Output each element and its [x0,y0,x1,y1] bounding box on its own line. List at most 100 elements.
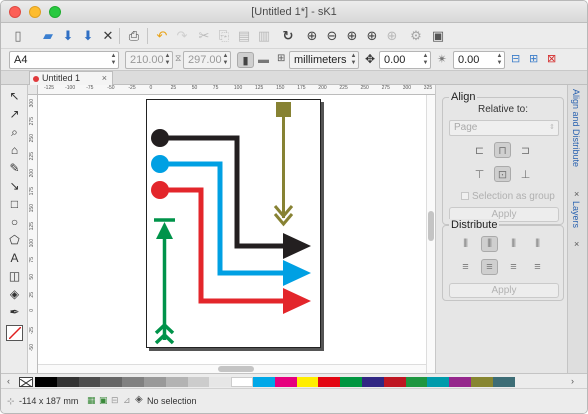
align-right-button[interactable]: ⊐ [517,142,534,158]
olive-arrow[interactable] [273,102,294,227]
distribute-center-v-button[interactable]: ≡ [481,259,498,275]
snap-nodes-icon[interactable]: ⊿ [123,395,131,406]
zoom-in-icon[interactable]: ⊕ [303,27,321,45]
horizontal-scrollbar[interactable] [38,364,426,373]
color-swatch[interactable] [449,377,471,387]
close-align-tab-icon[interactable]: × [574,189,579,199]
color-swatch[interactable] [35,377,57,387]
stroke-tool-icon[interactable]: ✒ [6,304,23,320]
tab-layers[interactable]: Layers [571,201,581,228]
align-top-button[interactable]: ⊤ [471,166,488,182]
tab-align-distribute[interactable]: Align and Distribute [571,89,581,167]
distribute-spacing-h-button[interactable]: ⫴ [505,236,522,252]
gradient-tool-icon[interactable]: ◫ [6,268,23,284]
zoom-out-icon[interactable]: ⊖ [323,27,341,45]
portrait-orientation-button[interactable]: ▮ [237,52,254,68]
distribute-right-button[interactable]: ⫴ [529,236,546,252]
link-dimensions-icon[interactable]: ⧖ [175,53,181,64]
grid-icon[interactable]: ⊞ [529,52,538,65]
color-swatch[interactable] [187,377,210,387]
new-document-icon[interactable]: ▯ [9,27,27,45]
color-swatch[interactable] [274,377,297,387]
page-width-field[interactable]: 210.00 ▲ ▼ [125,51,173,69]
no-color-swatch[interactable] [19,377,33,388]
snap-grid-icon[interactable]: ▦ [87,395,96,406]
color-swatch[interactable] [56,377,79,387]
zoom-page-icon[interactable]: ⊕ [343,27,361,45]
pen-tool-icon[interactable]: ✎ [6,160,23,176]
palette-scroll-right-icon[interactable]: › [571,376,574,386]
zoom-tool-icon[interactable]: ⌕ [6,124,23,140]
delete-icon[interactable]: ▥ [255,27,273,45]
align-center-h-button[interactable]: ⊓ [494,142,511,158]
eraser-tool-icon[interactable]: ⌂ [6,142,23,158]
align-left-button[interactable]: ⊏ [471,142,488,158]
align-center-v-button[interactable]: ⊡ [494,166,511,182]
close-window-button[interactable] [9,6,21,18]
distribute-top-button[interactable]: ≡ [457,259,474,275]
document-page[interactable] [146,99,321,348]
open-folder-icon[interactable]: ▰ [39,27,57,45]
fullscreen-icon[interactable]: ▣ [429,27,447,45]
units-select[interactable]: millimeters ▲ ▼ [289,51,359,69]
minimize-window-button[interactable] [29,6,41,18]
paste-icon[interactable]: ▤ [235,27,253,45]
refresh-icon[interactable]: ↻ [279,27,297,45]
color-swatch[interactable] [253,377,275,387]
color-swatch[interactable] [471,377,493,387]
undo-icon[interactable]: ↶ [153,27,171,45]
color-swatch[interactable] [144,377,166,387]
preferences-gear-icon[interactable]: ⚙ [407,27,425,45]
color-swatch[interactable] [318,377,341,387]
redo-icon[interactable]: ↷ [173,27,191,45]
color-swatch[interactable] [492,377,515,387]
arrows-artwork[interactable] [147,100,322,349]
color-swatch[interactable] [100,377,123,387]
snap-guides-icon[interactable]: ⊟ [111,395,119,406]
color-swatch[interactable] [209,377,232,387]
copy-icon[interactable]: ⎘ [215,27,233,45]
horizontal-scroll-thumb[interactable] [218,366,254,372]
selection-tool-icon[interactable]: ↖ [6,88,23,104]
color-swatch[interactable] [296,377,319,387]
remove-guides-icon[interactable]: ⊠ [547,52,556,65]
distribute-bottom-button[interactable]: ≡ [529,259,546,275]
distribute-left-button[interactable]: ⫴ [457,236,474,252]
relative-to-select[interactable]: Page ⇕ [449,120,559,136]
node-edit-tool-icon[interactable]: ↗ [6,106,23,122]
vertical-scrollbar[interactable] [426,95,435,373]
save-icon[interactable]: ⬇ [59,27,77,45]
drawing-canvas[interactable]: -125 -100 -75 -50 -25 0 25 50 75 100 125 150 175 200 2… [28,85,435,373]
print-icon[interactable]: ⎙ [125,27,143,45]
distribute-spacing-v-button[interactable]: ≡ [505,259,522,275]
save-as-icon[interactable]: ⬇ [79,27,97,45]
checkbox-box[interactable] [461,192,469,200]
fill-tool-icon[interactable]: ◈ [6,286,23,302]
color-swatch[interactable] [231,377,253,387]
vertical-scroll-thumb[interactable] [428,211,434,241]
green-arrow[interactable] [154,218,175,345]
tab-untitled-1[interactable]: Untitled 1 × [29,71,113,85]
cut-icon[interactable]: ✂ [195,27,213,45]
color-swatch[interactable] [78,377,101,387]
color-swatch[interactable] [427,377,450,387]
close-document-icon[interactable]: ✕ [99,27,117,45]
polygon-tool-icon[interactable]: ⬠ [6,232,23,248]
jump-field[interactable]: 0.00 ▲ ▼ [379,51,431,69]
rotation-field[interactable]: 0.00 ▲ ▼ [453,51,505,69]
page-height-field[interactable]: 297.00 ▲ ▼ [183,51,231,69]
selection-as-group-checkbox[interactable]: Selection as group [461,191,555,202]
ellipse-tool-icon[interactable]: ○ [6,214,23,230]
snap-page-icon[interactable]: ▣ [99,395,108,406]
distribute-apply-button[interactable]: Apply [449,283,559,298]
color-swatch[interactable] [165,377,188,387]
zoom-fit-icon[interactable]: ⊕ [363,27,381,45]
close-tab-icon[interactable]: × [102,72,107,85]
color-swatch[interactable] [383,377,406,387]
guides-icon[interactable]: ⊟ [511,52,520,65]
zoom-window-button[interactable] [49,6,61,18]
color-swatch[interactable] [362,377,384,387]
color-swatch[interactable] [340,377,362,387]
palette-scroll-left-icon[interactable]: ‹ [7,376,10,386]
rectangle-tool-icon[interactable]: □ [6,196,23,212]
